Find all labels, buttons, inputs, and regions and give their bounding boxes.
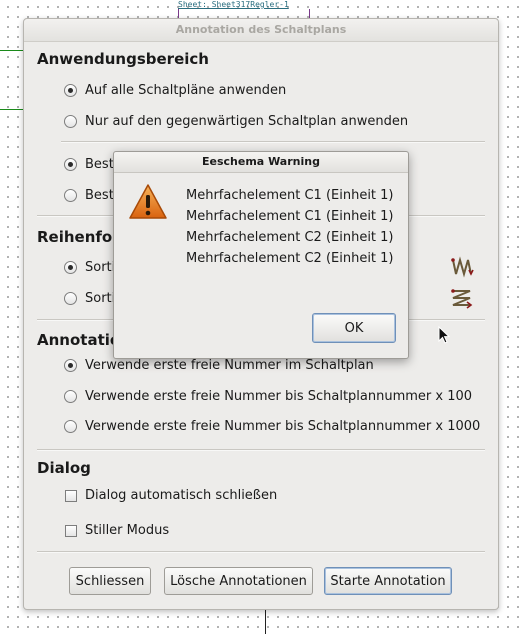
radio-unselected[interactable]: [64, 420, 77, 433]
warning-line: Mehrfachelement C1 (Einheit 1): [186, 188, 394, 203]
sheet-label[interactable]: Sheet: Sheet317Regler-1: [178, 0, 289, 9]
order-y-label: Sorti: [85, 291, 116, 306]
warning-icon: [129, 184, 167, 219]
scope-reset-option[interactable]: Best: [64, 188, 114, 203]
annot-x100-option[interactable]: Verwende erste freie Nummer bis Schaltpl…: [64, 389, 472, 404]
scope-all-option[interactable]: Auf alle Schaltpläne anwenden: [64, 83, 286, 98]
annot-first-free-option[interactable]: Verwende erste freie Nummer im Schaltpla…: [64, 358, 374, 373]
sort-x-icon: [451, 256, 474, 278]
annotation-heading: Annotatio: [37, 331, 121, 349]
annot-x100-label: Verwende erste freie Nummer bis Schaltpl…: [85, 389, 473, 404]
wire[interactable]: [0, 109, 23, 110]
scope-all-label: Auf alle Schaltpläne anwenden: [85, 83, 287, 98]
separator: [37, 551, 485, 553]
checkbox[interactable]: [65, 489, 77, 502]
scope-current-option[interactable]: Nur auf den gegenwärtigen Schaltplan anw…: [64, 114, 408, 129]
scope-reset-label: Best: [85, 188, 114, 203]
scope-current-label: Nur auf den gegenwärtigen Schaltplan anw…: [85, 114, 409, 129]
scope-heading: Anwendungsbereich: [37, 50, 209, 68]
radio-unselected[interactable]: [64, 115, 77, 128]
warning-dialog: Eeschema Warning Mehrfachelement C1 (Ein…: [113, 151, 409, 359]
warning-titlebar[interactable]: Eeschema Warning: [114, 152, 408, 173]
annot-x1000-label: Verwende erste freie Nummer bis Schaltpl…: [85, 419, 481, 434]
radio-unselected[interactable]: [64, 189, 77, 202]
scope-keep-label: Best: [85, 157, 114, 172]
radio-selected[interactable]: [64, 359, 77, 372]
annot-first-free-label: Verwende erste freie Nummer im Schaltpla…: [85, 358, 374, 373]
warning-line: Mehrfachelement C2 (Einheit 1): [186, 230, 394, 245]
warning-line: Mehrfachelement C1 (Einheit 1): [186, 209, 394, 224]
auto-close-option[interactable]: Dialog automatisch schließen: [65, 488, 277, 503]
wire[interactable]: [0, 50, 23, 51]
order-x-label: Sorti: [85, 260, 116, 275]
sort-y-icon: [451, 289, 473, 309]
radio-unselected[interactable]: [64, 292, 77, 305]
mouse-cursor-icon: [438, 326, 451, 344]
separator: [37, 449, 485, 451]
radio-selected[interactable]: [64, 158, 77, 171]
radio-selected[interactable]: [64, 84, 77, 97]
ok-button[interactable]: OK: [312, 313, 396, 343]
checkbox[interactable]: [65, 524, 77, 537]
dialog-titlebar[interactable]: Annotation des Schaltplans: [24, 19, 498, 42]
order-y-option[interactable]: Sorti: [64, 291, 115, 306]
silent-mode-label: Stiller Modus: [85, 523, 170, 538]
order-x-option[interactable]: Sorti: [64, 260, 115, 275]
annot-x1000-option[interactable]: Verwende erste freie Nummer bis Schaltpl…: [64, 419, 480, 434]
scope-keep-option[interactable]: Best: [64, 157, 114, 172]
auto-close-label: Dialog automatisch schließen: [85, 488, 278, 503]
clear-annotations-button[interactable]: Lösche Annotationen: [164, 567, 313, 595]
close-button[interactable]: Schliessen: [69, 567, 151, 595]
dialog-options-heading: Dialog: [37, 459, 91, 477]
separator: [61, 141, 485, 143]
radio-unselected[interactable]: [64, 390, 77, 403]
wire[interactable]: [265, 608, 266, 634]
start-annotation-button[interactable]: Starte Annotation: [324, 567, 452, 595]
radio-selected[interactable]: [64, 261, 77, 274]
silent-mode-option[interactable]: Stiller Modus: [65, 523, 169, 538]
warning-line: Mehrfachelement C2 (Einheit 1): [186, 251, 394, 266]
order-heading: Reihenfol: [37, 228, 118, 246]
warning-message: Mehrfachelement C1 (Einheit 1) Mehrfache…: [186, 185, 394, 269]
